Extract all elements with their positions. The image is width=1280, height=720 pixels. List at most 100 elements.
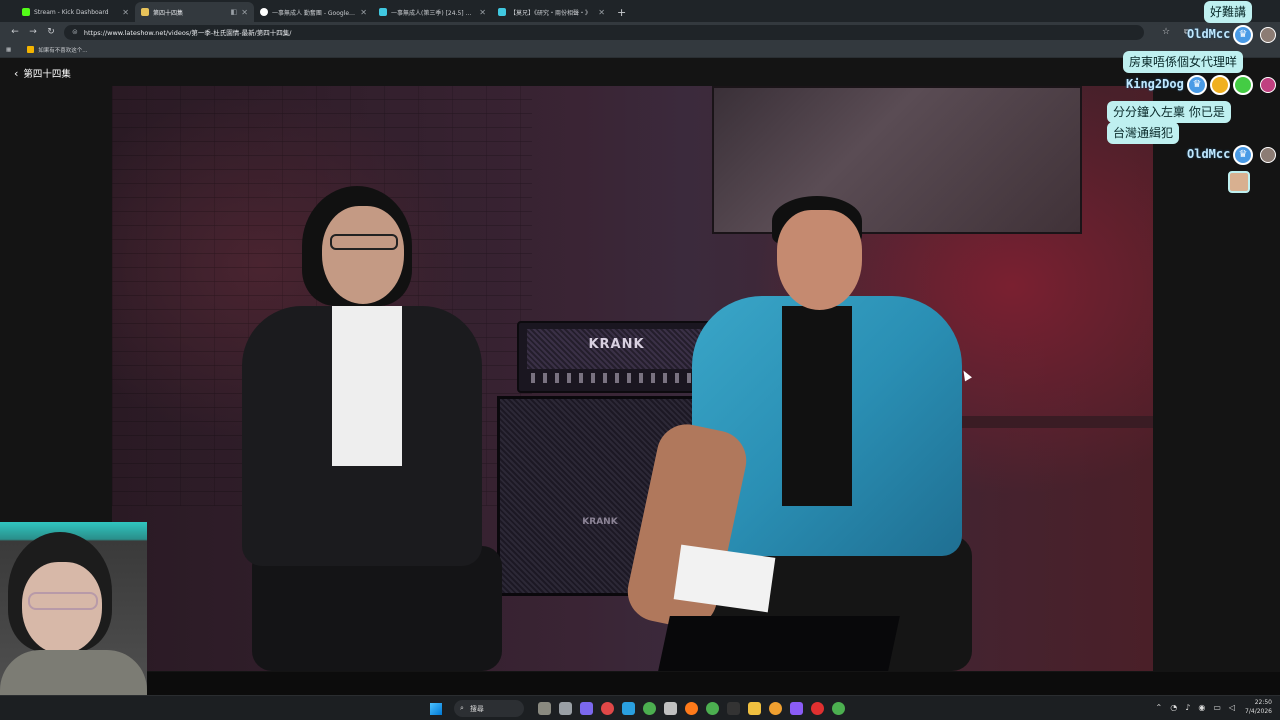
tab-kick-dashboard[interactable]: Stream - Kick Dashboard ✕ [16,2,135,22]
chrome-icon[interactable] [832,702,845,715]
telegram-icon[interactable] [622,702,635,715]
tab-title: 【莫兄】《研究・兩份相聲・》 [510,9,592,17]
bookmarks-bar: ▦ 如果有不喜欢这个... [0,42,1280,58]
screen: Stream - Kick Dashboard ✕ 第四十四集 ◧ ✕ 一事無成… [0,0,1280,720]
close-tab-icon[interactable]: ✕ [598,8,605,17]
google-favicon-icon [260,8,268,16]
kick-favicon-icon [22,8,30,16]
discord-icon[interactable] [790,702,803,715]
address-bar[interactable]: ⊜ https://www.lateshow.net/videos/第一季-杜氏… [64,24,1144,40]
close-tab-icon[interactable]: ✕ [241,8,248,17]
microphone-icon[interactable]: ♪ [1185,703,1190,712]
gold-badge-icon [1210,75,1230,95]
bookmark-item[interactable]: 如果有不喜欢这个... [38,46,87,54]
chat-message: 分分鐘入左稟 你已是 [1107,101,1231,123]
video-favicon-icon [498,8,506,16]
tab-title: 一事無成人(第三季) [24.5] 身上有 [391,9,476,17]
tab-video-research[interactable]: 【莫兄】《研究・兩份相聲・》 ✕ [492,2,611,22]
crown-badge-icon: ♛ [1233,145,1253,165]
taskbar-search[interactable]: ⌕ 搜尋 [454,700,524,717]
close-tab-icon[interactable]: ✕ [479,8,486,17]
site-info-icon[interactable]: ⊜ [72,28,78,36]
face [777,210,862,310]
tab-strip: Stream - Kick Dashboard ✕ 第四十四集 ◧ ✕ 一事無成… [0,0,1280,22]
windows-taskbar: ⌕ 搜尋 ⌃ ◔ ♪ ◉ ▭ ◁ 22:50 7/4/2026 [0,695,1280,720]
chrome-icon[interactable] [706,702,719,715]
chat-overlay: 好難講 OldMcc ♛ 房東唔係個女代理咩 King2Dog ♛ 分分鐘入左稟… [1100,0,1280,200]
glasses [330,234,398,250]
apps-grid-icon[interactable]: ▦ [6,47,11,53]
app-icon[interactable] [580,702,593,715]
person-right [612,196,1012,671]
site-favicon-icon [141,8,149,16]
sticker-image [1228,171,1250,193]
forward-arrow-icon[interactable]: → [24,27,42,37]
app-icon[interactable] [769,702,782,715]
widgets-icon[interactable] [538,702,551,715]
tab-video-s3[interactable]: 一事無成人(第三季) [24.5] 身上有 ✕ [373,2,492,22]
video-favicon-icon [379,8,387,16]
glasses [28,592,98,610]
avatar [1260,77,1276,93]
shoulders [0,650,147,695]
chat-username: OldMcc [1187,147,1231,161]
crown-badge-icon: ♛ [1187,75,1207,95]
tab-episode-44[interactable]: 第四十四集 ◧ ✕ [135,2,254,22]
url-text: https://www.lateshow.net/videos/第一季-杜氏園情… [83,29,292,37]
chrome-icon[interactable] [643,702,656,715]
video-player[interactable]: KRANK KRANK [112,86,1153,671]
avatar [1260,147,1276,163]
system-tray: ⌃ ◔ ♪ ◉ ▭ ◁ 22:50 7/4/2026 [1152,698,1272,716]
tab-title: 一事無成人 勤奮團 - Google 搜尋 [272,9,357,17]
volume-icon[interactable]: ◁ [1229,703,1235,712]
chat-message: 台灣通緝犯 [1107,122,1180,144]
app-icon[interactable] [601,702,614,715]
face [322,206,404,304]
black-tee [782,306,852,506]
firefox-icon[interactable] [685,702,698,715]
close-tab-icon[interactable]: ✕ [122,8,129,17]
tab-google-search[interactable]: 一事無成人 勤奮團 - Google 搜尋 ✕ [254,2,373,22]
file-explorer-icon[interactable] [748,702,761,715]
obs-icon[interactable] [811,702,824,715]
clock[interactable]: 22:50 7/4/2026 [1245,698,1272,716]
new-tab-button[interactable]: + [611,6,632,22]
task-view-icon[interactable] [559,702,572,715]
avatar [1260,27,1276,43]
audio-playing-icon[interactable]: ◧ [231,8,238,16]
display-icon[interactable]: ▭ [1213,703,1221,712]
back-arrow-icon[interactable]: ← [6,27,24,37]
crown-badge-icon: ♛ [1233,25,1253,45]
capcut-icon[interactable] [727,702,740,715]
clock-time: 22:50 [1254,699,1272,706]
tab-title: Stream - Kick Dashboard [34,8,109,16]
reload-icon[interactable]: ↻ [42,27,60,37]
chat-message: 好難講 [1204,1,1253,23]
page-content: ‹ 第四十四集 KRANK KRANK [0,58,1280,695]
search-label: 搜尋 [469,704,484,713]
chat-username: King2Dog [1126,77,1184,91]
green-badge-icon [1233,75,1253,95]
clock-date: 7/4/2026 [1245,708,1272,715]
chat-message: 房東唔係個女代理咩 [1123,51,1244,73]
mail-icon[interactable] [664,702,677,715]
player-bottom-bar [0,672,1280,695]
bookmark-favicon-icon [27,46,35,53]
windows-start-icon[interactable] [430,702,442,715]
episode-title: 第四十四集 [23,69,71,80]
tab-title: 第四十四集 [153,9,184,17]
back-link[interactable]: ‹ 第四十四集 [14,66,71,81]
chevron-left-icon: ‹ [14,66,19,80]
browser-toolbar: ← → ↻ ⊜ https://www.lateshow.net/videos/… [0,22,1280,42]
white-shirt [332,306,402,466]
music-stand [658,616,900,671]
network-icon[interactable]: ◔ [1170,703,1177,712]
person-left [232,186,502,671]
streamer-webcam [0,522,147,695]
close-tab-icon[interactable]: ✕ [360,8,367,17]
chat-username: OldMcc [1187,27,1231,41]
taskbar-apps: ⌕ 搜尋 [430,696,849,720]
app-tray-icon[interactable]: ◉ [1198,703,1205,712]
chevron-up-icon[interactable]: ⌃ [1156,703,1163,712]
search-icon: ⌕ [460,704,464,712]
